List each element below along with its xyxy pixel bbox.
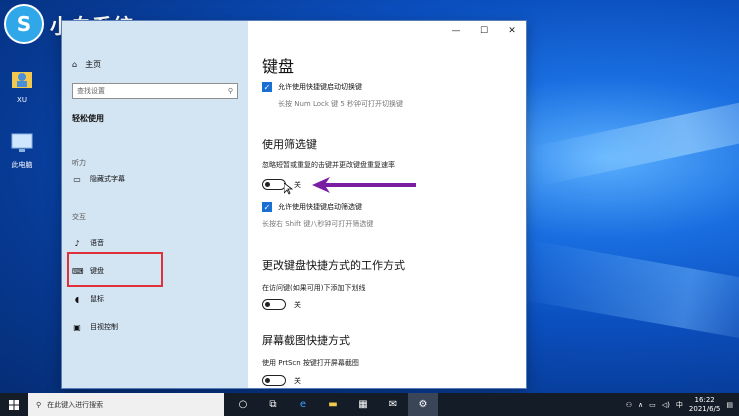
toggle-state-label: 关 xyxy=(294,180,301,189)
edge-icon[interactable]: e xyxy=(288,393,318,416)
eye-control-icon: ▣ xyxy=(73,322,81,332)
sidebar-item-home[interactable]: ⌂ 主页 xyxy=(72,59,101,70)
filter-keys-title: 使用筛选键 xyxy=(262,138,317,151)
sidebar-item-label: 语音 xyxy=(90,239,104,247)
captions-icon: ▭ xyxy=(73,174,81,184)
sidebar-item-label: 主页 xyxy=(85,60,102,69)
maximize-button[interactable]: ☐ xyxy=(470,21,498,41)
taskbar-search-placeholder: 在此键入进行搜索 xyxy=(47,400,104,409)
chevron-up-icon[interactable]: ∧ xyxy=(638,401,643,409)
checkmark-icon: ✓ xyxy=(262,202,272,212)
desktop-icon-this-pc[interactable]: 此电脑 xyxy=(2,130,42,170)
system-tray: ⚇ ∧ ▭ ◁) 中 16:22 2021/6/5 ▤ xyxy=(626,396,739,414)
search-icon: ⚲ xyxy=(36,400,42,409)
shortcut-behavior-title: 更改键盘快捷方式的工作方式 xyxy=(262,259,405,272)
printscreen-toggle-row: 关 xyxy=(262,375,301,386)
settings-sidebar: ⌂ 主页 查找设置 ⚲ 轻松使用 听力 ▭ 隐藏式字幕 交互 ♪ 语音 ⌨ 键盘… xyxy=(62,21,248,388)
wallpaper-light-beam xyxy=(528,93,739,187)
toggle-state-label: 关 xyxy=(294,300,301,309)
checkbox-label: 允许使用快捷键启动切换键 xyxy=(278,83,362,91)
wallpaper-light-beam xyxy=(516,239,739,341)
filter-keys-shortcut-checkbox[interactable]: ✓ 允许使用快捷键启动筛选键 xyxy=(262,202,362,212)
annotation-arrow-icon xyxy=(312,177,416,193)
page-title: 键盘 xyxy=(262,57,295,76)
search-placeholder: 查找设置 xyxy=(77,87,105,95)
filter-keys-hint: 长按右 Shift 键八秒钟可打开筛选键 xyxy=(262,220,374,228)
mouse-cursor-icon xyxy=(284,183,293,195)
sidebar-item-speech[interactable]: ♪ 语音 xyxy=(72,238,104,248)
clock[interactable]: 16:22 2021/6/5 xyxy=(689,396,720,414)
mail-icon[interactable]: ✉ xyxy=(378,393,408,416)
input-language[interactable]: 中 xyxy=(676,400,683,410)
checkbox-label: 允许使用快捷键启动筛选键 xyxy=(278,203,362,211)
network-icon[interactable]: ▭ xyxy=(649,401,656,409)
settings-app-icon[interactable]: ⚙ xyxy=(408,393,438,416)
sidebar-item-mouse[interactable]: ◖ 鼠标 xyxy=(72,294,104,304)
sidebar-item-captions[interactable]: ▭ 隐藏式字幕 xyxy=(72,174,125,184)
home-icon: ⌂ xyxy=(72,60,78,69)
toggle-keys-shortcut-checkbox[interactable]: ✓ 允许使用快捷键启动切换键 xyxy=(262,82,362,92)
desktop-icon-label: XU xyxy=(17,96,27,104)
user-folder-icon xyxy=(12,72,32,88)
clock-date: 2021/6/5 xyxy=(688,404,721,413)
filter-keys-toggle[interactable] xyxy=(262,179,286,190)
printscreen-description: 使用 PrtScn 按键打开屏幕截图 xyxy=(262,359,359,367)
toggle-keys-hint: 长按 Num Lock 键 5 秒钟可打开切换键 xyxy=(278,100,404,108)
logo-badge: S xyxy=(4,4,44,44)
underline-toggle-row: 关 xyxy=(262,299,301,310)
sidebar-item-eye-control[interactable]: ▣ 目视控制 xyxy=(72,322,118,332)
settings-content: — ☐ ✕ 键盘 ✓ 允许使用快捷键启动切换键 长按 Num Lock 键 5 … xyxy=(248,21,526,388)
volume-icon[interactable]: ◁) xyxy=(662,401,670,409)
task-view-icon[interactable]: ⧉ xyxy=(258,393,288,416)
sidebar-item-label: 目视控制 xyxy=(90,323,118,331)
cortana-icon[interactable]: ○ xyxy=(228,393,258,416)
windows-logo-icon xyxy=(9,399,19,410)
sidebar-section-interaction: 交互 xyxy=(72,213,86,221)
checkmark-icon: ✓ xyxy=(262,82,272,92)
filter-keys-toggle-row: 关 xyxy=(262,179,301,190)
desktop-icon-user[interactable]: XU xyxy=(2,66,42,104)
window-controls: — ☐ ✕ xyxy=(442,21,526,41)
taskbar-search-box[interactable]: ⚲ 在此键入进行搜索 xyxy=(28,393,224,416)
sidebar-item-label: 隐藏式字幕 xyxy=(90,175,125,183)
file-explorer-icon[interactable]: ▬ xyxy=(318,393,348,416)
clock-time: 16:22 xyxy=(694,395,715,404)
store-icon[interactable]: ▦ xyxy=(348,393,378,416)
underline-access-keys-description: 在访问键(如果可用)下添加下划线 xyxy=(262,284,366,292)
printscreen-toggle[interactable] xyxy=(262,375,286,386)
filter-keys-description: 忽略短暂或重复的击键并更改键盘重复速率 xyxy=(262,161,395,169)
minimize-button[interactable]: — xyxy=(442,21,470,41)
settings-search-input[interactable]: 查找设置 ⚲ xyxy=(72,83,238,99)
printscreen-shortcut-title: 屏幕截图快捷方式 xyxy=(262,334,350,347)
keyboard-highlight-annotation xyxy=(67,252,163,287)
settings-window: ⌂ 主页 查找设置 ⚲ 轻松使用 听力 ▭ 隐藏式字幕 交互 ♪ 语音 ⌨ 键盘… xyxy=(62,21,526,388)
sidebar-category-title: 轻松使用 xyxy=(72,114,104,123)
computer-icon xyxy=(11,133,33,152)
toggle-state-label: 关 xyxy=(294,376,301,385)
taskbar-pinned-apps: ○ ⧉ e ▬ ▦ ✉ ⚙ xyxy=(228,393,438,416)
search-icon: ⚲ xyxy=(227,87,233,95)
close-button[interactable]: ✕ xyxy=(498,21,526,41)
person-icon[interactable]: ⚇ xyxy=(626,401,632,409)
microphone-icon: ♪ xyxy=(74,238,80,248)
notification-icon[interactable]: ▤ xyxy=(726,401,733,409)
sidebar-section-hearing: 听力 xyxy=(72,159,86,167)
desktop-icon-label: 此电脑 xyxy=(11,161,33,169)
underline-access-keys-toggle[interactable] xyxy=(262,299,286,310)
mouse-icon: ◖ xyxy=(74,294,80,304)
start-button[interactable] xyxy=(0,393,28,416)
sidebar-item-label: 鼠标 xyxy=(90,295,104,303)
taskbar: ⚲ 在此键入进行搜索 ○ ⧉ e ▬ ▦ ✉ ⚙ ⚇ ∧ ▭ ◁) 中 16:2… xyxy=(0,393,739,416)
